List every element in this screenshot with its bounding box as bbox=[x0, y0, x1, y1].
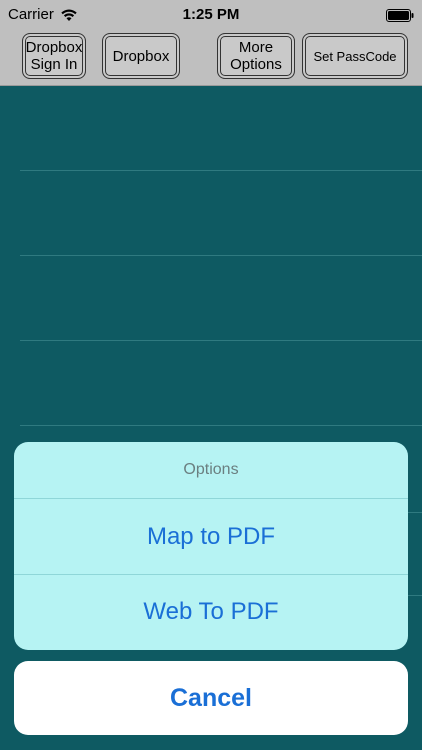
cancel-button[interactable]: Cancel bbox=[14, 661, 408, 735]
action-sheet: Options Map to PDF Web To PDF bbox=[14, 442, 408, 650]
web-to-pdf-button[interactable]: Web To PDF bbox=[14, 574, 408, 649]
action-sheet-title: Options bbox=[14, 442, 408, 499]
map-to-pdf-button[interactable]: Map to PDF bbox=[14, 499, 408, 574]
